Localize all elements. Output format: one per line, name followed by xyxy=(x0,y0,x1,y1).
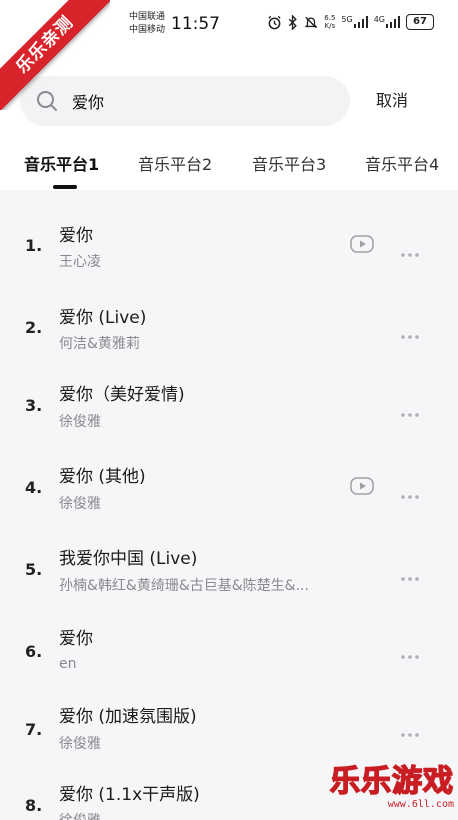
song-artist: 徐俊雅 xyxy=(59,810,101,820)
more-icon[interactable] xyxy=(400,242,420,261)
bluetooth-icon xyxy=(288,14,298,30)
result-row[interactable]: 4. 爱你 (其他) 徐俊雅 xyxy=(0,432,458,514)
result-row[interactable]: 6. 爱你 en xyxy=(0,596,458,678)
carrier-1: 中国联通 xyxy=(129,12,166,22)
search-input[interactable] xyxy=(72,76,332,126)
mv-play-icon[interactable] xyxy=(350,235,374,257)
clock: 11:57 xyxy=(171,14,220,34)
result-row[interactable]: 1. 爱你 王心凌 xyxy=(0,190,458,272)
tab-platform-2[interactable]: 音乐平台2 xyxy=(138,151,212,175)
search-results: 1. 爱你 王心凌 2. 爱你 (Live) 何洁&黄雅莉 3. 爱你（美好爱情… xyxy=(0,190,458,820)
result-number: 4. xyxy=(25,478,43,497)
song-title: 爱你 (加速氛围版) xyxy=(59,707,197,727)
song-artist: 孙楠&韩红&黄绮珊&古巨基&陈楚生&... xyxy=(59,578,309,594)
battery-indicator: 67 xyxy=(406,14,434,30)
result-number: 8. xyxy=(25,796,43,815)
result-row[interactable]: 7. 爱你 (加速氛围版) 徐俊雅 xyxy=(0,674,458,756)
tab-platform-1[interactable]: 音乐平台1 xyxy=(24,151,99,175)
song-title: 爱你 (1.1x干声版) xyxy=(59,785,200,805)
carrier-2: 中国移动 xyxy=(129,25,166,35)
active-tab-indicator xyxy=(53,185,77,189)
ribbon-label: 乐乐亲测 xyxy=(0,0,110,110)
result-number: 1. xyxy=(25,236,43,255)
song-artist: 徐俊雅 xyxy=(59,736,101,752)
watermark-url: www.6ll.com xyxy=(387,799,454,810)
tab-platform-4[interactable]: 音乐平台4 xyxy=(365,151,439,175)
result-number: 3. xyxy=(25,396,43,415)
cancel-button[interactable]: 取消 xyxy=(376,76,408,126)
more-icon[interactable] xyxy=(400,402,420,421)
watermark: 乐乐游戏 www.6ll.com xyxy=(329,764,454,810)
result-number: 6. xyxy=(25,642,43,661)
more-icon[interactable] xyxy=(400,484,420,503)
mv-play-icon[interactable] xyxy=(350,477,374,499)
watermark-title: 乐乐游戏 xyxy=(329,764,454,800)
corner-ribbon: 乐乐亲测 xyxy=(0,0,110,110)
result-row[interactable]: 5. 我爱你中国 (Live) 孙楠&韩红&黄绮珊&古巨基&陈楚生&... xyxy=(0,514,458,596)
song-title: 爱你 (其他) xyxy=(59,467,146,487)
net-speed: 6.5 K/s xyxy=(324,14,336,30)
song-artist: 徐俊雅 xyxy=(59,414,101,430)
mute-icon xyxy=(304,15,318,30)
song-title: 爱你 (Live) xyxy=(59,308,147,328)
song-artist: en xyxy=(59,656,77,672)
result-number: 5. xyxy=(25,560,43,579)
result-number: 7. xyxy=(25,720,43,739)
signal-4g: 4G xyxy=(374,16,400,28)
carrier-info: 中国联通 中国移动 xyxy=(129,11,165,37)
alarm-icon xyxy=(267,15,282,30)
status-icons: 6.5 K/s 5G 4G 67 xyxy=(267,14,434,30)
song-artist: 王心凌 xyxy=(59,254,101,270)
more-icon[interactable] xyxy=(400,644,420,663)
tab-platform-3[interactable]: 音乐平台3 xyxy=(252,151,326,175)
song-title: 爱你 xyxy=(59,629,93,649)
more-icon[interactable] xyxy=(400,566,420,585)
result-row[interactable]: 2. 爱你 (Live) 何洁&黄雅莉 xyxy=(0,272,458,354)
more-icon[interactable] xyxy=(400,324,420,343)
platform-tabs: 音乐平台1 音乐平台2 音乐平台3 音乐平台4 xyxy=(0,151,458,191)
song-title: 我爱你中国 (Live) xyxy=(59,549,198,569)
song-title: 爱你 xyxy=(59,226,93,246)
song-title: 爱你（美好爱情) xyxy=(59,385,185,405)
result-row[interactable]: 3. 爱你（美好爱情) 徐俊雅 xyxy=(0,350,458,432)
result-number: 2. xyxy=(25,318,43,337)
more-icon[interactable] xyxy=(400,722,420,741)
song-artist: 徐俊雅 xyxy=(59,496,101,512)
signal-5g: 5G xyxy=(341,16,368,28)
